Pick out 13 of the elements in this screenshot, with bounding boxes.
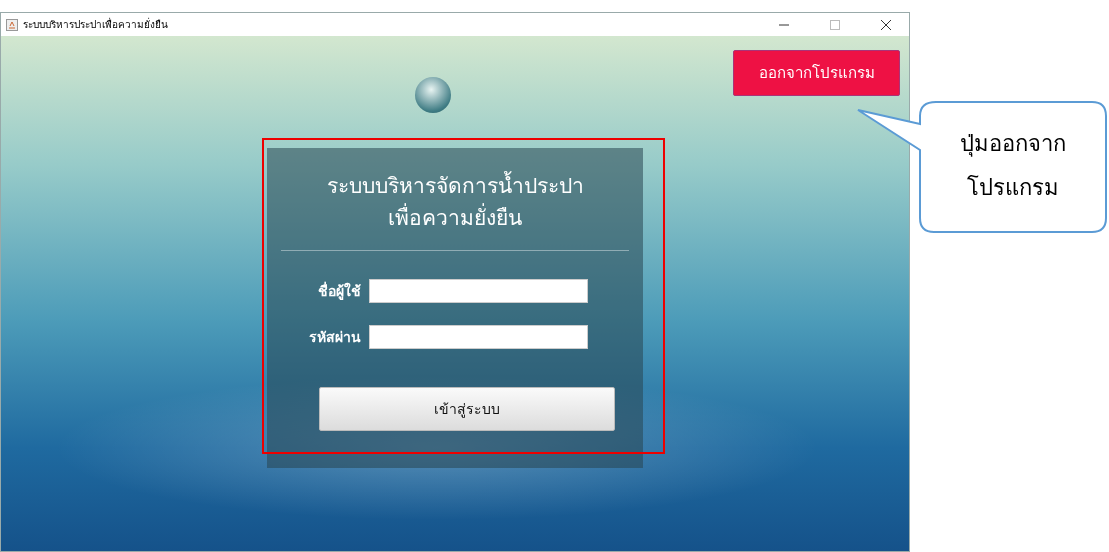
login-button[interactable]: เข้าสู่ระบบ — [319, 387, 615, 431]
input-field[interactable] — [369, 279, 588, 303]
login-title: ระบบบริหารจัดการน้ำประปา เพื่อความยั่งยืน — [326, 170, 584, 234]
app-icon — [6, 18, 18, 31]
maximize-icon — [830, 19, 840, 30]
field-label: รหัสผ่าน — [308, 328, 361, 347]
water-drop-drawing — [415, 77, 451, 113]
field-label: ชื่อผู้ใช้ — [317, 280, 361, 302]
callout-text: ปุ่มออกจาก โปรแกรม — [959, 130, 1067, 202]
exit-button[interactable]: ออกจากโปรแกรม — [733, 50, 900, 96]
window-title: ระบบบริหารประปาเพื่อความยั่งยืน — [23, 17, 169, 32]
input-field[interactable] — [369, 325, 588, 349]
close-icon — [881, 19, 891, 30]
